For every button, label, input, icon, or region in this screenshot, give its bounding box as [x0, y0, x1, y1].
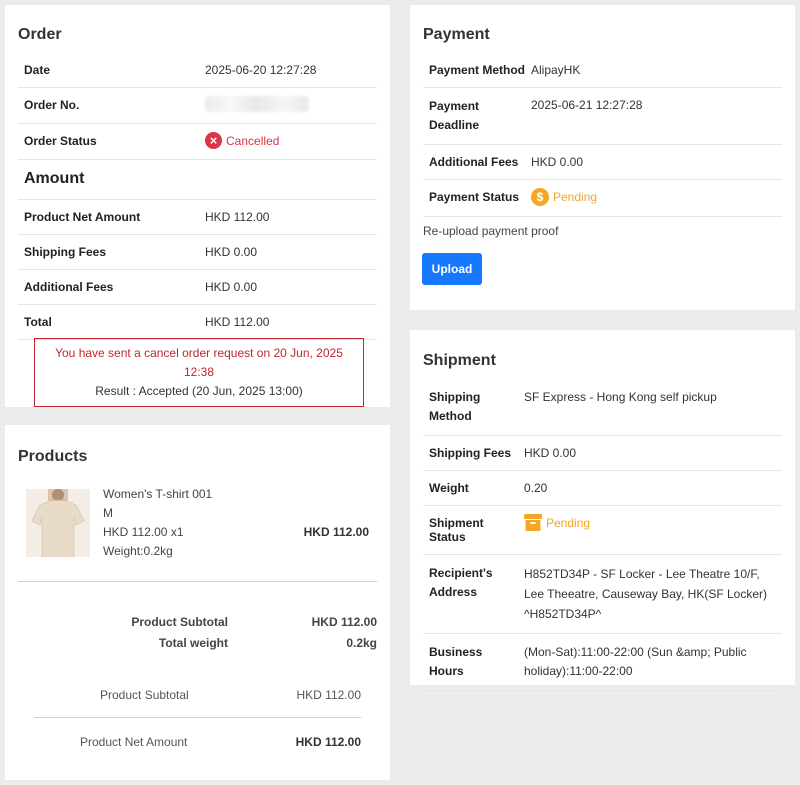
shipping-method-label: Shipping Method	[423, 379, 524, 436]
payment-status-label: Payment Status	[423, 179, 531, 217]
products-subtotal-value: HKD 112.00	[311, 615, 377, 629]
payment-method-row: Payment Method AlipayHK	[423, 53, 782, 88]
box-icon	[524, 514, 542, 531]
payment-deadline-value: 2025-06-21 12:27:28	[531, 87, 782, 145]
order-no-label: Order No.	[18, 87, 205, 124]
product-item[interactable]: Women's T-shirt 001 M HKD 112.00 x1 Weig…	[18, 483, 377, 563]
business-hours-value: (Mon-Sat):11:00-22:00 (Sun &amp; Public …	[524, 633, 782, 691]
payment-method-label: Payment Method	[423, 53, 531, 88]
product-line-total: HKD 112.00	[303, 525, 369, 539]
payment-status-value: Pending	[553, 190, 598, 204]
payment-deadline-label: Payment Deadline	[423, 87, 531, 145]
order-date-label: Date	[18, 53, 205, 88]
payment-additional-row: Additional Fees HKD 0.00	[423, 144, 782, 180]
shipment-fees-value: HKD 0.00	[524, 435, 782, 471]
order-no-redacted	[205, 96, 309, 112]
product-size: M	[103, 506, 113, 520]
additional-fees-row: Additional Fees HKD 0.00	[18, 269, 377, 305]
payment-status-badge: $ Pending	[531, 188, 597, 206]
products-subtotal-label: Product Subtotal	[131, 615, 228, 629]
total-label: Total	[18, 304, 205, 340]
additional-fees-value: HKD 0.00	[205, 269, 377, 305]
product-price-qty: HKD 112.00 x1	[103, 525, 184, 539]
total-row: Total HKD 112.00	[18, 304, 377, 340]
shipping-method-value: SF Express - Hong Kong self pickup	[524, 379, 782, 436]
order-date-row: Date 2025-06-20 12:27:28	[18, 53, 377, 88]
cancel-request-notice: You have sent a cancel order request on …	[34, 338, 364, 407]
products-title: Products	[18, 448, 88, 465]
amount-title: Amount	[24, 170, 85, 187]
total-weight-value: 0.2kg	[346, 636, 377, 650]
payment-details-table: Payment Method AlipayHK Payment Deadline…	[423, 53, 782, 217]
recipient-address-label: Recipient's Address	[423, 554, 524, 634]
order-no-row: Order No.	[18, 87, 377, 124]
net-amount-label: Product Net Amount	[18, 199, 205, 235]
order-status-badge: × Cancelled	[205, 132, 279, 149]
shipment-status-value: Pending	[546, 515, 591, 530]
recipient-address-value: H852TD34P - SF Locker - Lee Theatre 10/F…	[524, 554, 782, 634]
payment-additional-label: Additional Fees	[423, 144, 531, 180]
reupload-text: Re-upload payment proof	[423, 224, 559, 238]
shipping-fees-value: HKD 0.00	[205, 234, 377, 270]
x-circle-icon: ×	[205, 132, 222, 149]
shipping-fees-label: Shipping Fees	[18, 234, 205, 270]
shipment-title: Shipment	[423, 352, 496, 369]
amount-heading-row: Amount	[18, 159, 377, 200]
cancel-result-text: Result : Accepted (20 Jun, 2025 13:00)	[95, 384, 303, 398]
dollar-coin-icon: $	[531, 188, 549, 206]
shipping-fees-row: Shipping Fees HKD 0.00	[18, 234, 377, 270]
product-thumbnail[interactable]	[26, 489, 90, 557]
payment-title: Payment	[423, 26, 490, 43]
order-details-table: Date 2025-06-20 12:27:28 Order No. Order…	[18, 53, 377, 340]
products-divider	[18, 581, 377, 582]
shipment-weight-value: 0.20	[524, 470, 782, 506]
shipment-fees-row: Shipping Fees HKD 0.00	[423, 435, 782, 471]
product-name[interactable]: Women's T-shirt 001	[103, 485, 212, 504]
products-card: Products Women's T-shirt 001 M HKD 112.0…	[5, 425, 390, 780]
business-hours-row: Business Hours (Mon-Sat):11:00-22:00 (Su…	[423, 633, 782, 691]
order-status-label: Order Status	[18, 123, 205, 160]
order-title: Order	[18, 26, 62, 43]
payment-method-value: AlipayHK	[531, 53, 782, 88]
total-weight-label: Total weight	[158, 636, 228, 650]
shipment-weight-label: Weight	[423, 470, 524, 506]
summary-net-value: HKD 112.00	[295, 735, 361, 749]
summary-net-label: Product Net Amount	[80, 735, 188, 749]
shipment-status-row: Shipment Status Pending	[423, 505, 782, 555]
net-amount-row: Product Net Amount HKD 112.00	[18, 199, 377, 235]
summary-divider	[34, 717, 361, 718]
additional-fees-label: Additional Fees	[18, 269, 205, 305]
order-status-value: Cancelled	[226, 133, 280, 148]
shipping-method-row: Shipping Method SF Express - Hong Kong s…	[423, 379, 782, 436]
business-hours-label: Business Hours	[423, 633, 524, 691]
shipment-status-badge: Pending	[524, 514, 590, 531]
recipient-address-row: Recipient's Address H852TD34P - SF Locke…	[423, 554, 782, 634]
shipment-weight-row: Weight 0.20	[423, 470, 782, 506]
product-weight: Weight:0.2kg	[103, 544, 173, 558]
summary-subtotal-value: HKD 112.00	[296, 688, 361, 702]
upload-button[interactable]: Upload	[422, 253, 482, 285]
shipment-fees-label: Shipping Fees	[423, 435, 524, 471]
payment-status-row: Payment Status $ Pending	[423, 179, 782, 217]
shipment-details-table: Shipping Method SF Express - Hong Kong s…	[423, 379, 782, 691]
order-card: Order Date 2025-06-20 12:27:28 Order No.…	[5, 5, 390, 407]
payment-card: Payment Payment Method AlipayHK Payment …	[410, 5, 795, 310]
shipment-status-label: Shipment Status	[423, 505, 524, 555]
order-date-value: 2025-06-20 12:27:28	[205, 53, 377, 88]
summary-subtotal-label: Product Subtotal	[100, 688, 189, 702]
cancel-request-text: You have sent a cancel order request on …	[55, 346, 343, 379]
payment-deadline-row: Payment Deadline 2025-06-21 12:27:28	[423, 87, 782, 145]
payment-additional-value: HKD 0.00	[531, 144, 782, 180]
order-status-row: Order Status × Cancelled	[18, 123, 377, 160]
total-value: HKD 112.00	[205, 304, 377, 340]
net-amount-value: HKD 112.00	[205, 199, 377, 235]
shipment-card: Shipment Shipping Method SF Express - Ho…	[410, 330, 795, 691]
